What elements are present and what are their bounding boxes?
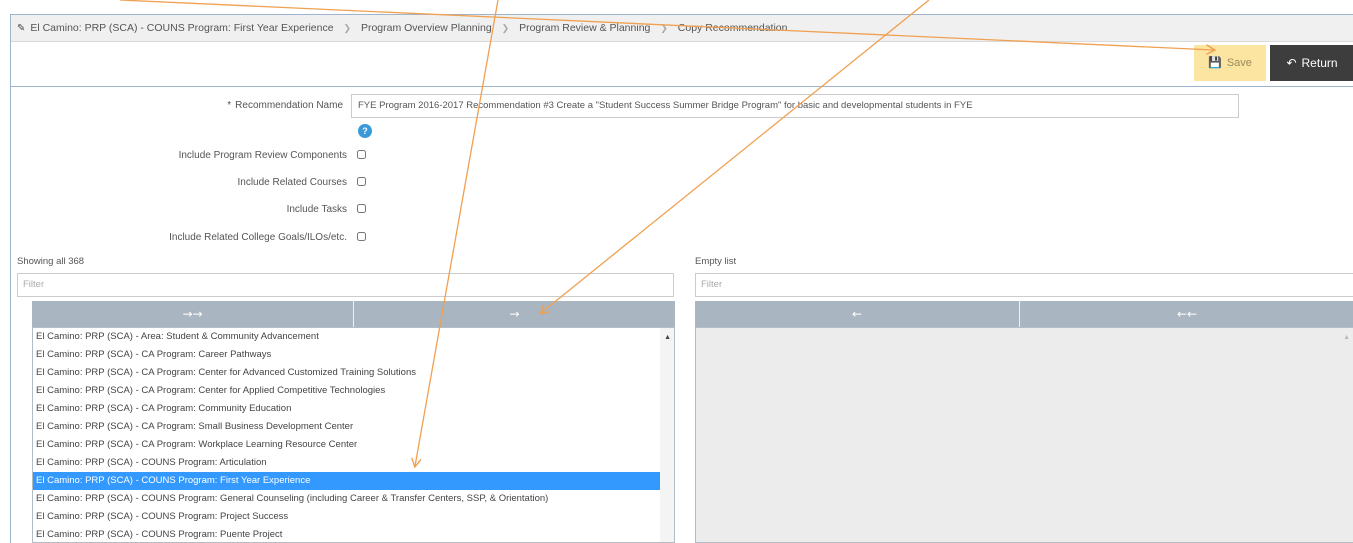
- breadcrumb-item-first-year-experience[interactable]: El Camino: PRP (SCA) - COUNS Program: Fi…: [30, 22, 333, 34]
- save-button[interactable]: 💾 Save: [1194, 45, 1266, 81]
- right-list-status: Empty list: [695, 256, 737, 267]
- list-item[interactable]: El Camino: PRP (SCA) - CA Program: Cente…: [33, 364, 674, 382]
- remove-all-button[interactable]: ←←: [1020, 301, 1353, 327]
- right-move-bar: ← ←←: [695, 301, 1353, 327]
- include-program-review-components-label: Include Program Review Components: [178, 150, 347, 161]
- list-item[interactable]: El Camino: PRP (SCA) - CA Program: Workp…: [33, 436, 674, 454]
- include-program-review-components-checkbox[interactable]: [357, 150, 366, 159]
- left-list-status: Showing all 368: [17, 256, 85, 267]
- recommendation-name-label-text: Recommendation Name: [235, 100, 343, 111]
- left-move-bar: →→ →: [32, 301, 675, 327]
- breadcrumb-item-program-overview-planning[interactable]: Program Overview Planning: [361, 22, 492, 34]
- return-button[interactable]: ↶ Return: [1270, 45, 1353, 81]
- chevron-right-icon: ❯: [501, 23, 510, 33]
- remove-selected-button[interactable]: ←: [695, 301, 1019, 327]
- required-marker: *: [227, 100, 232, 111]
- list-item[interactable]: El Camino: PRP (SCA) - Area: Student & C…: [33, 328, 674, 346]
- available-items-listbox[interactable]: El Camino: PRP (SCA) - Area: Student & C…: [32, 327, 675, 543]
- scroll-up-icon[interactable]: ▲: [664, 334, 671, 341]
- include-tasks-checkbox[interactable]: [357, 204, 366, 213]
- list-item[interactable]: El Camino: PRP (SCA) - CA Program: Small…: [33, 418, 674, 436]
- list-item[interactable]: El Camino: PRP (SCA) - COUNS Program: Ge…: [33, 490, 674, 508]
- listbox-scrollbar[interactable]: ▲: [660, 328, 674, 542]
- list-item[interactable]: El Camino: PRP (SCA) - COUNS Program: Ar…: [33, 454, 674, 472]
- pencil-icon: ✎: [17, 23, 26, 34]
- list-item[interactable]: El Camino: PRP (SCA) - COUNS Program: Fi…: [33, 472, 674, 490]
- list-item[interactable]: El Camino: PRP (SCA) - CA Program: Cente…: [33, 382, 674, 400]
- recommendation-name-label: * Recommendation Name: [227, 100, 343, 111]
- chevron-right-icon: ❯: [343, 23, 352, 33]
- include-related-college-goals-label: Include Related College Goals/ILOs/etc.: [169, 232, 347, 243]
- scroll-up-icon[interactable]: ▲: [1343, 334, 1350, 341]
- return-arrow-icon: ↶: [1286, 56, 1297, 70]
- breadcrumb-item-program-review-planning[interactable]: Program Review & Planning: [519, 22, 650, 34]
- right-filter-input[interactable]: Filter: [695, 273, 1353, 297]
- include-related-college-goals-checkbox[interactable]: [357, 232, 366, 241]
- include-related-courses-checkbox[interactable]: [357, 177, 366, 186]
- list-item[interactable]: El Camino: PRP (SCA) - COUNS Program: Pu…: [33, 526, 674, 542]
- selected-items-listbox[interactable]: ▲: [695, 327, 1353, 543]
- list-item[interactable]: El Camino: PRP (SCA) - COUNS Program: Pr…: [33, 508, 674, 526]
- move-all-button[interactable]: →→: [32, 301, 353, 327]
- return-button-label: Return: [1301, 56, 1338, 70]
- toolbar: 💾 Save ↶ Return: [11, 42, 1353, 87]
- breadcrumb: ✎ El Camino: PRP (SCA) - COUNS Program: …: [11, 15, 1353, 42]
- left-filter-input[interactable]: Filter: [17, 273, 674, 297]
- copy-recommendation-panel: ✎ El Camino: PRP (SCA) - COUNS Program: …: [10, 14, 1353, 543]
- include-tasks-label: Include Tasks: [286, 204, 347, 215]
- list-item[interactable]: El Camino: PRP (SCA) - CA Program: Commu…: [33, 400, 674, 418]
- breadcrumb-item-copy-recommendation: Copy Recommendation: [677, 22, 788, 34]
- help-icon[interactable]: ?: [358, 124, 372, 138]
- recommendation-name-input[interactable]: FYE Program 2016-2017 Recommendation #3 …: [351, 94, 1239, 118]
- save-button-label: Save: [1226, 57, 1252, 69]
- chevron-right-icon: ❯: [660, 23, 668, 33]
- move-selected-button[interactable]: →: [354, 301, 675, 327]
- include-related-courses-label: Include Related Courses: [237, 177, 347, 188]
- available-items-list: El Camino: PRP (SCA) - Area: Student & C…: [33, 328, 674, 542]
- floppy-disk-icon: 💾: [1208, 57, 1222, 69]
- list-item[interactable]: El Camino: PRP (SCA) - CA Program: Caree…: [33, 346, 674, 364]
- listbox-scrollbar[interactable]: ▲: [1339, 328, 1353, 542]
